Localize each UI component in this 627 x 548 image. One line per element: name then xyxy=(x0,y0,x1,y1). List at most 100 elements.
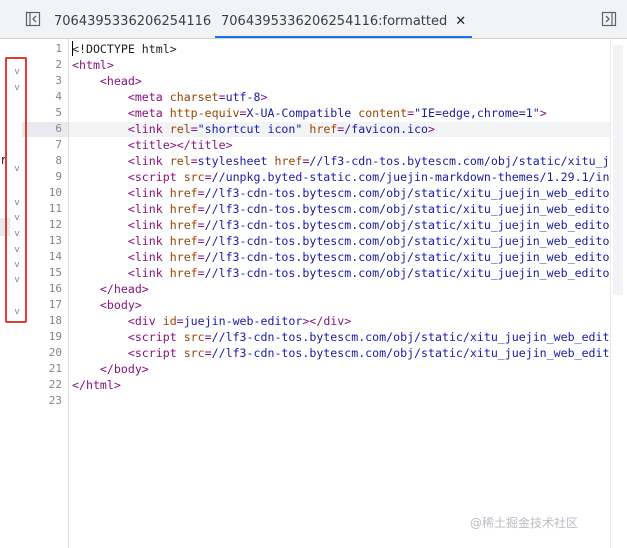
sidebar-toggle-icon[interactable] xyxy=(25,11,41,27)
line-number: 11 xyxy=(48,202,62,215)
line-number: 23 xyxy=(48,394,62,407)
code-token: href xyxy=(274,154,303,168)
code-line[interactable]: <link rel=stylesheet href=//lf3-cdn-tos.… xyxy=(72,153,610,169)
tab-formatted-label: 7064395336206254116:formatted xyxy=(221,14,448,29)
code-line[interactable]: <link href=//lf3-cdn-tos.bytescm.com/obj… xyxy=(72,233,610,249)
code-token: //lf3-cdn-tos.bytescm.com/obj/static/xit… xyxy=(211,330,610,344)
code-line[interactable]: <meta http-equiv=X-UA-Compatible content… xyxy=(72,105,610,121)
code-token: = xyxy=(204,346,212,360)
line-number: 10 xyxy=(48,186,62,199)
code-line[interactable]: <body> xyxy=(72,297,610,313)
code-token: //lf3-cdn-tos.bytescm.com/obj/static/xit… xyxy=(309,154,610,168)
code-token: id xyxy=(162,314,177,328)
code-token: <link xyxy=(127,186,170,200)
code-line[interactable]: <link href=//lf3-cdn-tos.bytescm.com/obj… xyxy=(72,201,610,217)
code-line[interactable]: <link href=//lf3-cdn-tos.bytescm.com/obj… xyxy=(72,217,610,233)
code-token: <meta xyxy=(127,106,170,120)
close-icon[interactable]: ✕ xyxy=(455,14,466,29)
tab-formatted[interactable]: 7064395336206254116:formatted ✕ xyxy=(215,0,473,38)
code-token: //lf3-cdn-tos.bytescm.com/obj/static/xit… xyxy=(204,186,610,200)
tab-source-label: 7064395336206254116 xyxy=(54,14,212,29)
code-token: href xyxy=(169,250,198,264)
code-token: //lf3-cdn-tos.bytescm.com/obj/static/xit… xyxy=(204,218,610,232)
code-token: <script xyxy=(127,330,184,344)
code-token: X-UA-Compatible xyxy=(246,106,352,120)
code-token: > xyxy=(428,122,436,136)
code-token: content xyxy=(358,106,408,120)
code-line[interactable]: <link href=//lf3-cdn-tos.bytescm.com/obj… xyxy=(72,265,610,281)
line-number: 15 xyxy=(48,266,62,279)
sidebar-toggle-right-icon[interactable] xyxy=(601,11,617,27)
code-line[interactable] xyxy=(72,393,610,409)
code-token: <!DOCTYPE html> xyxy=(72,42,177,56)
code-token: href xyxy=(309,122,338,136)
code-token: = xyxy=(190,122,198,136)
scrollbar-thumb[interactable] xyxy=(613,45,623,295)
code-token: = xyxy=(197,266,205,280)
tab-source[interactable]: 7064395336206254116 xyxy=(54,0,211,38)
line-number: 8 xyxy=(55,154,62,167)
line-number: 1 xyxy=(55,42,62,55)
line-number: 13 xyxy=(48,234,62,247)
code-line[interactable]: <script src=//unpkg.byted-static.com/jue… xyxy=(72,169,610,185)
code-token: ></div> xyxy=(302,314,352,328)
line-number: 7 xyxy=(55,138,62,151)
line-number: 12 xyxy=(48,218,62,231)
code-token: src xyxy=(183,346,205,360)
line-number: 4 xyxy=(55,90,62,103)
code-token: href xyxy=(169,266,198,280)
code-line[interactable]: <head> xyxy=(72,73,610,89)
code-line[interactable]: <link rel="shortcut icon" href=/favicon.… xyxy=(72,121,610,137)
code-line[interactable]: </head> xyxy=(72,281,610,297)
code-token: //lf3-cdn-tos.bytescm.com/obj/static/xit… xyxy=(204,234,610,248)
code-line[interactable]: <script src=//lf3-cdn-tos.bytescm.com/ob… xyxy=(72,345,610,361)
line-number: 19 xyxy=(48,330,62,343)
line-number: 17 xyxy=(48,298,62,311)
code-token: = xyxy=(197,186,205,200)
code-token: <html> xyxy=(72,58,114,72)
code-line[interactable]: <title></title> xyxy=(72,137,610,153)
code-token: </head> xyxy=(99,282,149,296)
code-line[interactable]: <script src=//lf3-cdn-tos.bytescm.com/ob… xyxy=(72,329,610,345)
code-token: "shortcut icon" xyxy=(197,122,303,136)
line-number: 2 xyxy=(55,58,62,71)
line-number: 5 xyxy=(55,106,62,119)
code-token: <script xyxy=(127,170,184,184)
code-token: rel xyxy=(169,122,191,136)
code-line[interactable]: <!DOCTYPE html> xyxy=(72,41,610,57)
code-line[interactable]: </html> xyxy=(72,377,610,393)
code-token: "IE=edge,chrome=1" xyxy=(414,106,540,120)
code-token: <link xyxy=(127,218,170,232)
code-token: src xyxy=(183,170,205,184)
code-token: = xyxy=(190,154,198,168)
line-number: 22 xyxy=(48,378,62,391)
code-token: <link xyxy=(127,266,170,280)
code-line[interactable]: <link href=//lf3-cdn-tos.bytescm.com/obj… xyxy=(72,249,610,265)
code-token: http-equiv xyxy=(169,106,240,120)
code-line[interactable]: <html> xyxy=(72,57,610,73)
code-token: </body> xyxy=(99,362,149,376)
line-number: 18 xyxy=(48,314,62,327)
code-token: juejin-web-editor xyxy=(183,314,303,328)
code-token: <script xyxy=(127,346,184,360)
watermark: @稀土掘金技术社区 xyxy=(470,516,579,530)
code-line[interactable]: <meta charset=utf-8> xyxy=(72,89,610,105)
code-editor[interactable]: <!DOCTYPE html> <html> <head> <meta chars… xyxy=(72,41,610,541)
code-line[interactable]: <link href=//lf3-cdn-tos.bytescm.com/obj… xyxy=(72,185,610,201)
code-token: = xyxy=(204,170,212,184)
code-line[interactable]: </body> xyxy=(72,361,610,377)
code-line[interactable]: <div id=juejin-web-editor></div> xyxy=(72,313,610,329)
code-token: </html> xyxy=(72,378,121,392)
